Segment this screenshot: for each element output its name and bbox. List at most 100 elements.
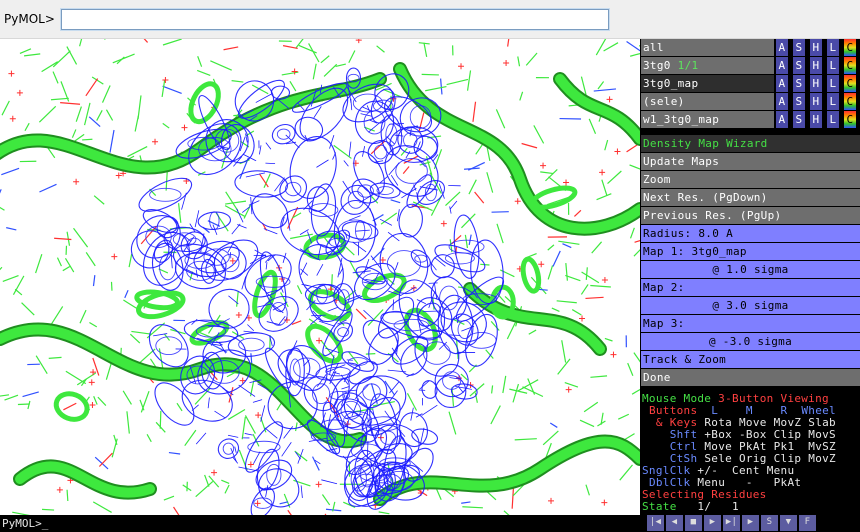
- water-marker: [614, 148, 621, 155]
- hide-button[interactable]: H: [809, 39, 822, 56]
- command-input[interactable]: [60, 8, 610, 31]
- done-button[interactable]: Done: [641, 369, 860, 386]
- stick-bond: [126, 411, 130, 434]
- back-button[interactable]: ◀: [666, 515, 684, 531]
- color-button[interactable]: C: [843, 57, 856, 74]
- object-name-sele[interactable]: (sele): [641, 93, 774, 110]
- stick-bond: [585, 484, 590, 496]
- density-mesh-line: [387, 369, 407, 373]
- action-button[interactable]: A: [775, 75, 788, 92]
- stick-bond: [62, 266, 71, 272]
- density-mesh-contour: [347, 357, 368, 366]
- label-button[interactable]: L: [826, 39, 839, 56]
- map2-menu[interactable]: Map 2:: [641, 279, 860, 296]
- fullscreen-button[interactable]: F: [799, 515, 817, 531]
- object-row-sele[interactable]: (sele) A S H L C: [641, 93, 860, 110]
- action-button[interactable]: A: [775, 39, 788, 56]
- density-mesh-contour: [222, 442, 235, 455]
- stick-bond: [490, 320, 500, 331]
- label-button[interactable]: L: [826, 57, 839, 74]
- stick-bond: [511, 486, 515, 509]
- stick-bond: [0, 266, 3, 271]
- density-mesh-contour: [270, 85, 291, 100]
- stick-bond: [464, 167, 480, 170]
- play-button[interactable]: ▶: [704, 515, 722, 531]
- rewind-button[interactable]: |◀: [647, 515, 665, 531]
- helix-turn: [520, 256, 542, 294]
- stick-bond: [134, 115, 139, 132]
- stick-bond: [19, 48, 32, 54]
- stick-bond: [604, 139, 609, 151]
- stick-bond: [557, 358, 571, 375]
- action-button[interactable]: A: [775, 93, 788, 110]
- density-mesh-contour: [159, 253, 177, 281]
- stick-bond: [82, 138, 93, 141]
- end-button[interactable]: ▶: [742, 515, 760, 531]
- object-row-w1-3tg0-map[interactable]: w1_3tg0_map A S H L C: [641, 111, 860, 128]
- color-button[interactable]: C: [843, 39, 856, 56]
- stick-bond: [131, 330, 152, 335]
- stick-bond: [507, 39, 510, 47]
- label-button[interactable]: L: [826, 93, 839, 110]
- previous-residue-button[interactable]: Previous Res. (PgUp): [641, 207, 860, 224]
- density-mesh-contour: [348, 360, 378, 385]
- label-button[interactable]: L: [826, 111, 839, 128]
- hide-button[interactable]: H: [809, 57, 822, 74]
- show-button[interactable]: S: [792, 93, 805, 110]
- molecular-viewport[interactable]: [0, 39, 640, 515]
- show-button[interactable]: S: [792, 111, 805, 128]
- map1-menu[interactable]: Map 1: 3tg0_map: [641, 243, 860, 260]
- color-button[interactable]: C: [843, 93, 856, 110]
- object-name-3tg0-map[interactable]: 3tg0_map: [641, 75, 774, 92]
- zoom-button[interactable]: Zoom: [641, 171, 860, 188]
- stick-bond: [425, 86, 447, 92]
- next-residue-button[interactable]: Next Res. (PgDown): [641, 189, 860, 206]
- density-mesh-contour: [221, 253, 240, 273]
- object-name-w1-3tg0-map[interactable]: w1_3tg0_map: [641, 111, 774, 128]
- show-button[interactable]: S: [792, 75, 805, 92]
- stop-button[interactable]: ■: [685, 515, 703, 531]
- map2-sigma-menu[interactable]: @ 3.0 sigma: [641, 297, 860, 314]
- density-mesh-line: [249, 254, 266, 265]
- map3-sigma-menu[interactable]: @ -3.0 sigma: [641, 333, 860, 350]
- show-button[interactable]: S: [792, 39, 805, 56]
- track-zoom-button[interactable]: Track & Zoom: [641, 351, 860, 368]
- color-button[interactable]: C: [843, 75, 856, 92]
- density-mesh-line: [394, 262, 399, 271]
- action-button[interactable]: A: [775, 57, 788, 74]
- hide-button[interactable]: H: [809, 111, 822, 128]
- stick-bond: [221, 479, 230, 484]
- color-button[interactable]: C: [843, 111, 856, 128]
- hide-button[interactable]: H: [809, 75, 822, 92]
- forward-button[interactable]: ▶|: [723, 515, 741, 531]
- density-mesh-line: [214, 410, 226, 419]
- stick-bond: [551, 307, 560, 312]
- object-row-3tg0-map[interactable]: 3tg0_map A S H L C: [641, 75, 860, 92]
- action-button[interactable]: A: [775, 111, 788, 128]
- object-row-3tg0[interactable]: 3tg0 1/1 A S H L C: [641, 57, 860, 74]
- density-mesh-contour: [410, 249, 431, 268]
- water-marker: [503, 60, 510, 67]
- output-console[interactable]: PyMOL>_: [0, 515, 640, 532]
- show-button[interactable]: S: [792, 57, 805, 74]
- stick-bond: [312, 456, 320, 471]
- object-name-all[interactable]: all: [641, 39, 774, 56]
- update-maps-button[interactable]: Update Maps: [641, 153, 860, 170]
- radius-menu[interactable]: Radius: 8.0 A: [641, 225, 860, 242]
- stick-bond: [289, 81, 297, 92]
- stick-bond: [224, 484, 230, 494]
- map3-menu[interactable]: Map 3:: [641, 315, 860, 332]
- dropdown-button[interactable]: ▼: [780, 515, 798, 531]
- density-mesh-line: [263, 228, 278, 235]
- stick-bond: [595, 39, 607, 56]
- label-button[interactable]: L: [826, 75, 839, 92]
- stick-bond: [491, 385, 494, 394]
- object-row-all[interactable]: all A S H L C: [641, 39, 860, 56]
- stick-bond: [184, 429, 197, 447]
- object-name-3tg0[interactable]: 3tg0 1/1: [641, 57, 774, 74]
- hide-button[interactable]: H: [809, 93, 822, 110]
- stick-bond: [378, 511, 390, 515]
- scene-button[interactable]: S: [761, 515, 779, 531]
- cartoon-ribbon: [395, 64, 640, 234]
- map1-sigma-menu[interactable]: @ 1.0 sigma: [641, 261, 860, 278]
